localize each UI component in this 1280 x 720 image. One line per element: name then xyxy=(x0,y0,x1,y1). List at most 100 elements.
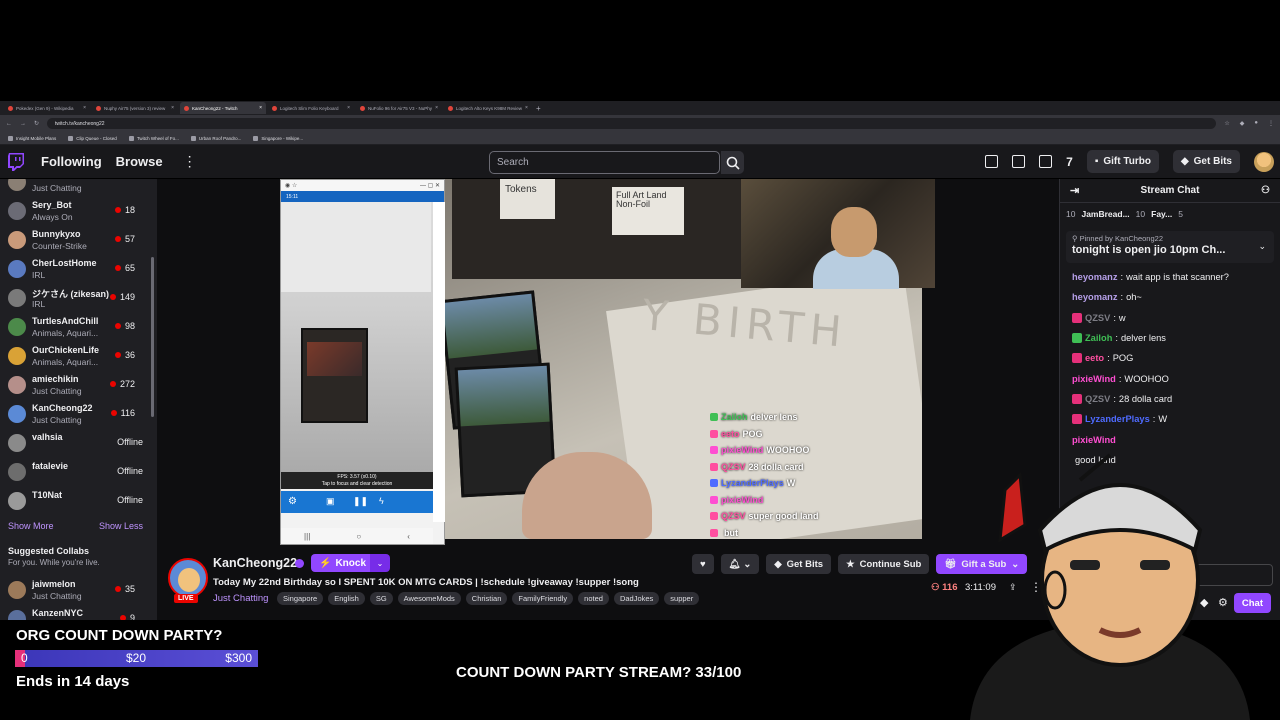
stream-tag[interactable]: SG xyxy=(369,592,393,605)
stream-tag[interactable]: AwesomeMods xyxy=(397,592,461,605)
bookmark-item[interactable]: Singapore - Wikipe... xyxy=(253,135,303,141)
stream-category[interactable]: Just Chatting xyxy=(213,593,268,604)
streamer-avatar[interactable] xyxy=(168,558,208,598)
home-icon[interactable]: ○ xyxy=(356,532,361,541)
browser-menu-icon[interactable]: ⋮ xyxy=(1268,120,1274,127)
back-icon[interactable]: ← xyxy=(6,121,12,127)
new-tab-icon[interactable]: + xyxy=(536,104,541,113)
bookmark-item[interactable]: Urban Roof Pandro... xyxy=(190,135,241,141)
follow-heart-button[interactable]: ♥ xyxy=(692,554,714,574)
get-bits-stream-button[interactable]: ◆ Get Bits xyxy=(766,554,832,574)
chat-username[interactable]: eeto xyxy=(1085,353,1104,363)
sidebar-channel[interactable]: Sery_Bot Always On 18 xyxy=(0,197,157,226)
live-dot-icon xyxy=(114,236,121,242)
sidebar-channel[interactable]: Just Chatting xyxy=(0,179,157,197)
whispers-icon[interactable] xyxy=(1039,155,1053,168)
knock-button[interactable]: ⚡ Knock xyxy=(311,554,375,572)
sidebar-channel[interactable]: fatalevie Offline xyxy=(0,458,157,487)
sidebar-channel[interactable]: OurChickenLife Animals, Aquari... 36 xyxy=(0,342,157,371)
close-tab-icon[interactable]: × xyxy=(83,105,86,111)
user-avatar[interactable] xyxy=(1254,151,1274,172)
close-tab-icon[interactable]: × xyxy=(525,105,528,111)
stream-tag[interactable]: supper xyxy=(664,592,700,605)
following-link[interactable]: Following xyxy=(41,154,102,169)
pinned-message[interactable]: ⚲ Pinned by KanCheong22 tonight is open … xyxy=(1066,231,1274,263)
chat-username[interactable]: QZSV xyxy=(1085,313,1110,323)
bookmark-star-icon[interactable]: ☆ xyxy=(1224,120,1229,127)
suggested-channel[interactable]: jaiwmelon Just Chatting 35 xyxy=(0,576,157,605)
sidebar-channel[interactable]: valhsia Offline xyxy=(0,429,157,458)
turbo-icon[interactable]: 7 xyxy=(1066,155,1073,169)
camera-icon[interactable]: ▣ xyxy=(326,496,335,507)
nav-back-icon[interactable]: ‹ xyxy=(407,532,410,541)
chat-username[interactable]: heyomanz xyxy=(1072,272,1117,282)
close-tab-icon[interactable]: × xyxy=(347,105,350,111)
reload-icon[interactable]: ↻ xyxy=(34,120,39,127)
browser-tab[interactable]: Nuphy Air75 (version 3) review × xyxy=(92,102,178,114)
browser-tab[interactable]: KanCheong22 - Twitch × xyxy=(180,102,266,114)
stream-tag[interactable]: noted xyxy=(578,592,609,605)
suggested-channel[interactable]: KanzenNYCJust Chatting9 xyxy=(0,605,157,620)
stream-tag[interactable]: Christian xyxy=(465,592,508,605)
gift-turbo-button[interactable]: ▪ Gift Turbo xyxy=(1086,150,1159,173)
chat-username[interactable]: Zailoh xyxy=(1085,333,1112,343)
browse-link[interactable]: Browse xyxy=(116,154,163,169)
url-field[interactable]: twitch.tv/kancheong22 xyxy=(47,118,1217,129)
community-icon[interactable]: ⚇ xyxy=(1261,185,1270,196)
close-tab-icon[interactable]: × xyxy=(171,105,174,111)
bookmark-item[interactable]: Insight Mobile Plans xyxy=(8,135,56,141)
browser-tab[interactable]: Logitech Alto Keys K98M Review × xyxy=(444,102,530,114)
close-tab-icon[interactable]: × xyxy=(259,105,262,111)
stream-tag[interactable]: FamilyFriendly xyxy=(512,592,574,605)
show-less-link[interactable]: Show Less xyxy=(99,521,143,538)
sidebar-channel[interactable]: Bunnykyxo Counter-Strike 57 xyxy=(0,226,157,255)
chat-username[interactable]: pixieWind xyxy=(1072,374,1116,384)
browser-tab[interactable]: Logitech Slim Folio Keyboard × xyxy=(268,102,354,114)
profile-icon[interactable]: ● xyxy=(1254,120,1258,127)
stream-tag[interactable]: English xyxy=(328,592,365,605)
sidebar-channel[interactable]: T10Nat Offline xyxy=(0,487,157,516)
search-button[interactable] xyxy=(721,151,744,174)
more-menu-icon[interactable]: ⋮ xyxy=(183,153,197,170)
stream-tag[interactable]: DadJokes xyxy=(613,592,660,605)
knock-dropdown-icon[interactable]: ⌄ xyxy=(370,554,390,572)
chat-username[interactable]: heyomanz xyxy=(1072,292,1117,302)
sidebar-scrollbar[interactable] xyxy=(151,257,154,417)
collapse-chat-icon[interactable]: ⇥ xyxy=(1070,184,1079,197)
sidebar-channel[interactable]: amiechikin Just Chatting 272 xyxy=(0,371,157,400)
chat-username[interactable]: QZSV xyxy=(1085,394,1110,404)
settings-icon[interactable]: ⚙ xyxy=(288,496,297,507)
scanner-viewfinder[interactable] xyxy=(281,202,433,472)
gifter-name[interactable]: JamBread... xyxy=(1081,209,1129,219)
sidebar-channel[interactable]: TurtlesAndChill Animals, Aquari... 98 xyxy=(0,313,157,342)
recent-apps-icon[interactable]: ||| xyxy=(304,532,310,541)
close-tab-icon[interactable]: × xyxy=(435,105,438,111)
bookmark-item[interactable]: Twitch Wheel of Fo... xyxy=(128,135,179,141)
sidebar-channel[interactable]: KanCheong22 Just Chatting 116 xyxy=(0,400,157,429)
get-bits-button[interactable]: ◆ Get Bits xyxy=(1172,150,1240,173)
twitch-logo-icon[interactable] xyxy=(8,152,24,171)
pause-icon[interactable]: ❚❚ xyxy=(353,496,368,507)
continue-sub-button[interactable]: ★ Continue Sub xyxy=(838,554,930,574)
notification-button[interactable]: 🔔︎ ⌄ xyxy=(720,554,760,574)
sidebar-channel[interactable]: ジケさん (zikesan) IRL 149 xyxy=(0,284,157,313)
bookmark-item[interactable]: Clip Queue - Closed xyxy=(68,135,117,141)
sidebar-channel[interactable]: CherLostHome IRL 65 xyxy=(0,255,157,284)
chat-username[interactable]: LyzanderPlays xyxy=(1085,414,1150,424)
stream-tag[interactable]: Singapore xyxy=(277,592,324,605)
window-buttons-icon[interactable]: — ▢ ✕ xyxy=(420,182,440,189)
show-more-link[interactable]: Show More xyxy=(8,521,54,538)
viewer-count: 35 xyxy=(114,584,135,594)
gifter-name[interactable]: Fay... xyxy=(1151,209,1172,219)
streamer-name[interactable]: KanCheong22 xyxy=(213,556,297,570)
notifications-icon[interactable] xyxy=(1012,155,1026,168)
search-input[interactable]: Search xyxy=(489,151,720,174)
window-controls-icon[interactable]: ◉ ☆ xyxy=(285,182,297,189)
browser-tab[interactable]: NuFolio 96 for Air75 V3 - NuPhy × xyxy=(356,102,442,114)
browser-tab[interactable]: Pokedex (Gen 9) - Wikipedia × xyxy=(4,102,90,114)
forward-icon[interactable]: → xyxy=(20,121,26,127)
flash-off-icon[interactable]: ϟ xyxy=(379,496,384,506)
chevron-down-icon[interactable]: ⌄ xyxy=(1258,241,1266,252)
extensions-icon[interactable]: ◆ xyxy=(1240,120,1245,127)
inventory-icon[interactable] xyxy=(985,155,999,168)
